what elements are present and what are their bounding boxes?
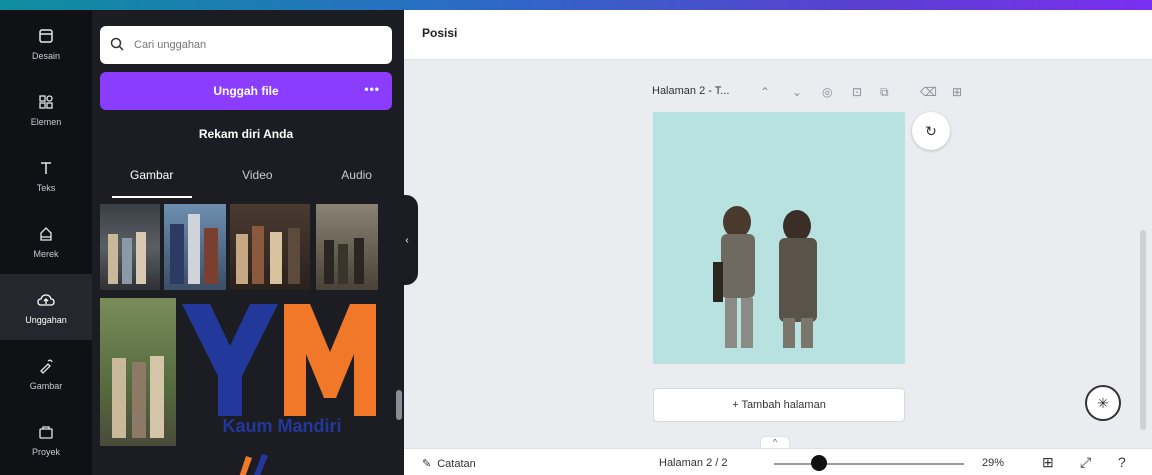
partial-thumbnail[interactable] — [232, 450, 272, 475]
rail-item-proyek[interactable]: Proyek — [0, 406, 92, 472]
grid-view-icon[interactable]: ⊞ — [1042, 454, 1054, 471]
shapes-icon — [35, 91, 57, 113]
upload-thumbnail[interactable] — [164, 204, 226, 290]
more-options-button[interactable]: ••• — [364, 82, 380, 96]
rail-item-label: Unggahan — [25, 315, 67, 325]
upload-button-label: Unggah file — [213, 84, 279, 98]
logo-caption: Kaum Mandiri — [222, 416, 342, 436]
panel-scrollbar[interactable] — [396, 390, 402, 420]
rail-item-label: Merek — [33, 249, 59, 259]
help-icon[interactable]: ? — [1118, 454, 1126, 470]
fullscreen-icon[interactable]: ⤢ — [1080, 454, 1091, 471]
top-gradient-bar — [0, 0, 1152, 10]
people-photo[interactable] — [653, 112, 905, 364]
rail-item-label: Teks — [36, 183, 56, 193]
rail-item-label: Elemen — [30, 117, 62, 127]
chevron-up-icon[interactable]: ⌃ — [760, 85, 770, 99]
delete-page-icon[interactable]: ⌫ — [920, 85, 937, 99]
add-page-button[interactable]: + Tambah halaman — [653, 388, 905, 422]
record-yourself-button[interactable]: Rekam diri Anda — [100, 118, 392, 150]
chevron-left-icon: ‹ — [405, 234, 409, 246]
rail-item-label: Desain — [31, 51, 60, 61]
page-indicator[interactable]: Halaman 2 / 2 — [659, 457, 727, 469]
rail-item-label: Gambar — [29, 381, 63, 391]
refresh-button[interactable]: ↻ — [912, 112, 950, 150]
left-rail: Desain Elemen Teks Merek Unggahan Gambar — [0, 10, 92, 475]
lock-icon[interactable]: ⊡ — [852, 85, 862, 99]
rail-item-gambar[interactable]: Gambar — [0, 340, 92, 406]
upload-thumbnail[interactable] — [100, 298, 176, 446]
rail-item-merek[interactable]: Merek — [0, 208, 92, 274]
upload-file-button[interactable]: Unggah file ••• — [100, 72, 392, 110]
bottom-bar: ✎ Catatan Halaman 2 / 2 29% ⊞ ⤢ ? — [404, 448, 1152, 475]
rail-item-elemen[interactable]: Elemen — [0, 76, 92, 142]
collapse-panel-button[interactable]: ‹ — [396, 195, 418, 285]
notes-label: Catatan — [437, 457, 476, 470]
layout-icon — [35, 25, 57, 47]
folder-icon — [35, 421, 57, 443]
design-canvas[interactable] — [653, 112, 905, 364]
search-icon — [110, 37, 126, 53]
draw-icon — [35, 355, 57, 377]
editor-toolbar: Posisi — [404, 10, 1152, 60]
media-tabs: Gambar Video Audio — [100, 168, 392, 194]
page-title[interactable]: Halaman 2 - T... — [652, 85, 729, 97]
notes-icon: ✎ — [422, 458, 432, 470]
magic-assist-button[interactable]: ✳ — [1085, 385, 1121, 421]
zoom-slider-track[interactable] — [774, 463, 964, 465]
upload-thumbnail[interactable] — [230, 204, 310, 290]
rail-item-unggahan[interactable]: Unggahan — [0, 274, 92, 340]
cloud-upload-icon — [35, 289, 57, 311]
uploads-panel: Unggah file ••• Rekam diri Anda Gambar V… — [92, 10, 404, 475]
rail-item-desain[interactable]: Desain — [0, 10, 92, 76]
search-input[interactable] — [134, 39, 374, 51]
duplicate-page-icon[interactable]: ⧉ — [880, 85, 889, 100]
sparkle-icon: ✳ — [1097, 394, 1109, 411]
position-button[interactable]: Posisi — [422, 26, 457, 40]
add-page-icon[interactable]: ⊞ — [952, 85, 962, 99]
chevron-down-icon[interactable]: ⌄ — [792, 85, 802, 99]
upload-thumbnail[interactable] — [316, 204, 378, 290]
refresh-icon: ↻ — [925, 122, 937, 139]
tab-gambar[interactable]: Gambar — [130, 168, 173, 194]
logo-thumbnail[interactable]: Kaum Mandiri — [180, 298, 384, 446]
rail-item-teks[interactable]: Teks — [0, 142, 92, 208]
tab-video[interactable]: Video — [242, 168, 272, 194]
zoom-value[interactable]: 29% — [982, 457, 1004, 469]
brand-icon — [35, 223, 57, 245]
zoom-slider-handle[interactable] — [811, 455, 827, 471]
text-icon — [35, 157, 57, 179]
canvas-scrollbar[interactable] — [1140, 230, 1146, 430]
upload-thumbnail[interactable] — [100, 204, 160, 290]
active-tab-indicator — [112, 196, 192, 198]
rail-item-label: Proyek — [31, 447, 60, 457]
hide-page-icon[interactable]: ◎ — [822, 85, 832, 99]
notes-button[interactable]: ✎ Catatan — [422, 457, 476, 471]
tab-audio[interactable]: Audio — [341, 168, 372, 194]
search-box[interactable] — [100, 26, 392, 64]
